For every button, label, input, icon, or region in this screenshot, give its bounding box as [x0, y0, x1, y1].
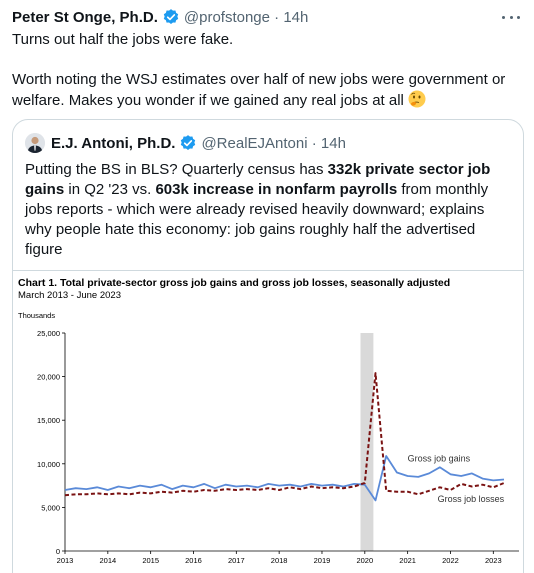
verified-badge-icon — [181, 135, 196, 150]
x-tick-label: 2015 — [142, 556, 159, 565]
quoted-line-1: Putting the BS in BLS? Quarterly census … — [25, 161, 491, 178]
verified-badge-icon — [163, 9, 179, 24]
y-tick-label: 0 — [56, 547, 60, 556]
x-tick-label: 2019 — [314, 556, 331, 565]
more-options-icon[interactable] — [502, 8, 520, 26]
x-tick-label: 2018 — [271, 556, 288, 565]
thinking-face-icon — [408, 90, 426, 108]
tweet-header: Peter St Onge, Ph.D. @profstonge · 14h — [12, 7, 308, 27]
quoted-tweet-text: Putting the BS in BLS? Quarterly census … — [25, 160, 515, 260]
x-tick-label: 2020 — [356, 556, 373, 565]
avatar-figure-icon — [25, 133, 45, 153]
tweet-line-3: welfare. Makes you wonder if we gained a… — [12, 90, 524, 111]
quoted-line-5: figure — [25, 241, 63, 258]
separator-dot: · — [307, 134, 321, 152]
x-tick-label: 2023 — [485, 556, 502, 565]
author-handle[interactable]: @profstonge — [184, 9, 270, 26]
tweet-text: Turns out half the jobs were fake. Worth… — [12, 30, 524, 111]
tweet-line-2: Worth noting the WSJ estimates over half… — [12, 71, 506, 88]
y-tick-label: 10,000 — [37, 460, 60, 469]
author-name[interactable]: Peter St Onge, Ph.D. — [12, 9, 158, 26]
x-tick-label: 2021 — [399, 556, 416, 565]
quoted-line-2: gains in Q2 '23 vs. 603k increase in non… — [25, 181, 489, 198]
x-tick-label: 2016 — [185, 556, 202, 565]
recession-band — [360, 333, 374, 551]
tweet[interactable]: Peter St Onge, Ph.D. @profstonge · 14h T… — [0, 0, 534, 573]
quoted-tweet-header: E.J. Antoni, Ph.D. @RealEJAntoni · 14h — [25, 132, 346, 154]
y-tick-label: 20,000 — [37, 373, 60, 382]
x-tick-label: 2022 — [442, 556, 459, 565]
y-tick-label: 25,000 — [37, 329, 60, 338]
y-tick-label: 5,000 — [41, 503, 60, 512]
quoted-author-avatar[interactable] — [25, 133, 45, 153]
quoted-tweet-time[interactable]: 14h — [321, 135, 346, 152]
x-tick-label: 2014 — [99, 556, 116, 565]
gross-job-losses-line — [64, 372, 505, 497]
x-tick-label: 2017 — [228, 556, 245, 565]
quoted-tweet[interactable]: E.J. Antoni, Ph.D. @RealEJAntoni · 14h P… — [12, 119, 524, 573]
y-tick-label: 15,000 — [37, 416, 60, 425]
chart-plot: 25,000 20,000 15,000 10,000 5,000 02013 2014 20… — [37, 329, 519, 565]
chart-image[interactable]: Chart 1. Total private-sector gross job … — [13, 270, 523, 573]
tweet-line-1: Turns out half the jobs were fake. — [12, 31, 234, 48]
separator-dot: · — [270, 8, 284, 26]
series-label-losses: Gross job losses — [438, 494, 505, 504]
tweet-time[interactable]: 14h — [283, 9, 308, 26]
quoted-author-name[interactable]: E.J. Antoni, Ph.D. — [51, 135, 175, 152]
quoted-line-4: why people hate this economy: job gains … — [25, 221, 476, 238]
quoted-author-handle[interactable]: @RealEJAntoni — [201, 135, 307, 152]
series-label-gains: Gross job gains — [408, 454, 471, 464]
quoted-line-3: jobs reports - which were already revise… — [25, 201, 485, 218]
x-tick-label: 2013 — [57, 556, 74, 565]
